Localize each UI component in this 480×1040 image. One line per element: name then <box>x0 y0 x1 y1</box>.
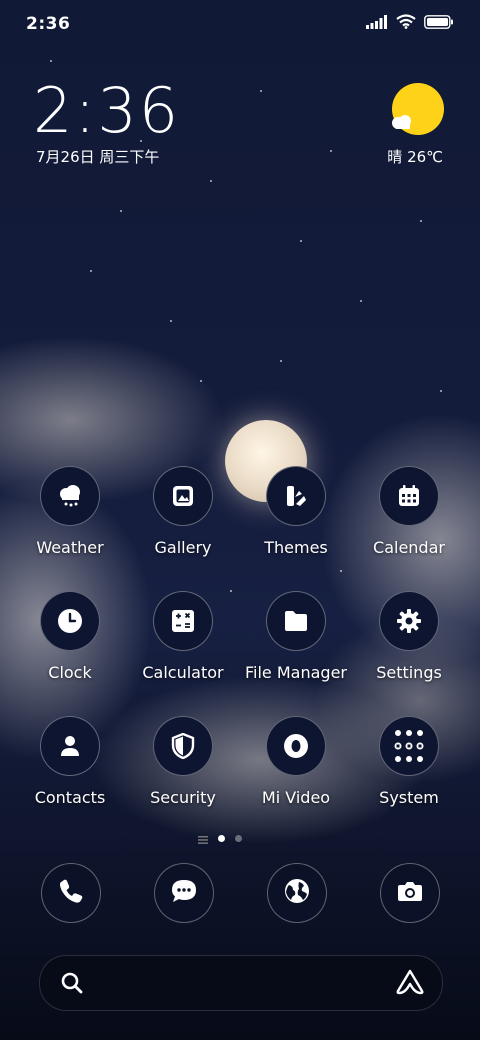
app-label: Security <box>150 788 216 807</box>
app-label: Calendar <box>373 538 445 557</box>
app-label: Weather <box>36 538 104 557</box>
app-label: Settings <box>376 663 442 682</box>
app-settings[interactable]: Settings <box>354 591 464 682</box>
app-gallery[interactable]: Gallery <box>128 466 238 557</box>
app-label: Calculator <box>142 663 224 682</box>
battery-icon <box>424 14 454 33</box>
app-label: Gallery <box>154 538 212 557</box>
themes-icon <box>266 466 326 526</box>
wifi-icon <box>396 14 416 33</box>
browser-globe-icon <box>284 878 310 908</box>
weather-icon <box>40 466 100 526</box>
search-icon[interactable] <box>60 971 84 999</box>
app-clock[interactable]: Clock <box>15 591 125 682</box>
app-label: Contacts <box>34 788 106 807</box>
calendar-icon <box>379 466 439 526</box>
clock-widget-time[interactable]: 2:36 <box>33 74 180 147</box>
app-themes[interactable]: Themes <box>241 466 351 557</box>
app-calendar[interactable]: Calendar <box>354 466 464 557</box>
page-indicator[interactable] <box>198 829 242 848</box>
dock-camera-button[interactable] <box>380 863 440 923</box>
page-list-icon[interactable] <box>198 829 208 848</box>
dock-phone-button[interactable] <box>41 863 101 923</box>
app-label: Clock <box>48 663 92 682</box>
app-file-manager[interactable]: File Manager <box>241 591 351 682</box>
assistant-icon[interactable] <box>396 969 424 999</box>
calculator-icon <box>153 591 213 651</box>
app-label: System <box>379 788 439 807</box>
app-mi-video[interactable]: Mi Video <box>241 716 351 807</box>
app-label: Mi Video <box>261 788 331 807</box>
status-icons <box>366 14 454 33</box>
dock-messages-button[interactable] <box>154 863 214 923</box>
app-contacts[interactable]: Contacts <box>15 716 125 807</box>
app-system-folder[interactable]: System <box>354 716 464 807</box>
gallery-icon <box>153 466 213 526</box>
shield-icon <box>153 716 213 776</box>
search-bar[interactable] <box>39 955 443 1011</box>
app-weather[interactable]: Weather <box>15 466 125 557</box>
cloud-icon <box>390 114 416 129</box>
dock-browser-button[interactable] <box>267 863 327 923</box>
phone-icon <box>58 878 84 908</box>
app-label: File Manager <box>245 663 347 682</box>
messages-icon <box>170 878 198 908</box>
video-icon <box>266 716 326 776</box>
app-label: Themes <box>264 538 328 557</box>
gear-icon <box>379 591 439 651</box>
app-calculator[interactable]: Calculator <box>128 591 238 682</box>
folder-icon <box>266 591 326 651</box>
folder-grid-icon <box>379 716 439 776</box>
clock-widget-date[interactable]: 7月26日 周三下午 <box>36 146 159 167</box>
page-dot[interactable] <box>235 835 242 842</box>
app-security[interactable]: Security <box>128 716 238 807</box>
clock-icon <box>40 591 100 651</box>
contacts-icon <box>40 716 100 776</box>
status-bar: 2:36 <box>0 0 480 50</box>
signal-icon <box>366 14 388 33</box>
camera-icon <box>397 880 423 906</box>
status-time: 2:36 <box>26 14 71 34</box>
weather-text[interactable]: 晴 26℃ <box>387 146 443 167</box>
page-dot-active[interactable] <box>218 835 225 842</box>
